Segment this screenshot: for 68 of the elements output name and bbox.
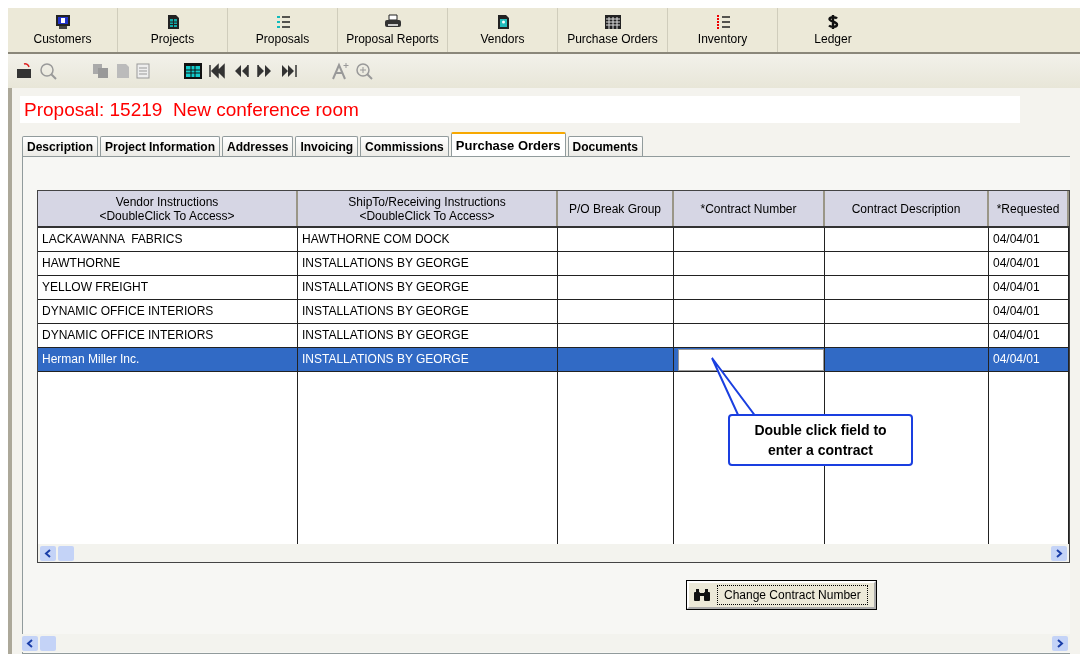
table-cell: INSTALLATIONS BY GEORGE [298, 276, 558, 299]
tab[interactable]: Commissions [360, 136, 449, 156]
table-icon[interactable] [183, 62, 203, 80]
binoculars-icon [693, 588, 711, 602]
table-cell: INSTALLATIONS BY GEORGE [298, 300, 558, 323]
table-cell: DYNAMIC OFFICE INTERIORS [38, 324, 298, 347]
tab[interactable]: Documents [567, 136, 643, 156]
table-row[interactable]: DYNAMIC OFFICE INTERIORS INSTALLATIONS BY GEORGE 04/04/01 [38, 300, 1069, 324]
table-row[interactable]: LACKAWANNA FABRICS HAWTHORNE COM DOCK 04/04/01 [38, 228, 1069, 252]
copy-icon[interactable] [91, 62, 111, 80]
font-size-icon[interactable] [331, 62, 351, 80]
column-header[interactable]: *Contract Number [674, 191, 825, 226]
proposal-title: Proposal: 15219 New conference room [20, 96, 1020, 123]
tab[interactable]: Addresses [222, 136, 294, 156]
scroll-thumb[interactable] [40, 635, 56, 651]
zoom-in-icon[interactable] [355, 62, 375, 80]
column-header[interactable]: ShipTo/Receiving Instructions <DoubleClick To Access> [298, 191, 558, 226]
last-record-icon[interactable] [279, 62, 299, 80]
column-header[interactable]: *Requested [989, 191, 1069, 226]
numbered-list-icon [714, 14, 731, 30]
page-icon[interactable] [115, 62, 131, 80]
change-contract-button[interactable]: Change Contract Number [687, 581, 876, 609]
table-row[interactable]: Herman Miller Inc. INSTALLATIONS BY GEORGE 04/04/01 [38, 348, 1069, 372]
nav-button[interactable]: Ledger [778, 8, 888, 52]
scroll-left-icon[interactable] [22, 635, 38, 651]
printer-icon [383, 14, 402, 30]
table-cell: 04/04/01 [989, 324, 1069, 347]
table-row[interactable]: HAWTHORNE INSTALLATIONS BY GEORGE 04/04/01 [38, 252, 1069, 276]
scroll-right-icon[interactable] [1052, 635, 1068, 651]
scroll-thumb[interactable] [58, 545, 74, 561]
scroll-left-icon[interactable] [40, 545, 56, 561]
table-cell: YELLOW FREIGHT [38, 276, 298, 299]
table-row[interactable]: YELLOW FREIGHT INSTALLATIONS BY GEORGE 04/04/01 [38, 276, 1069, 300]
tab[interactable]: Description [22, 136, 98, 156]
nav-button[interactable]: Proposal Reports [338, 8, 448, 52]
column-header[interactable]: P/O Break Group [558, 191, 674, 226]
table-cell: INSTALLATIONS BY GEORGE [298, 324, 558, 347]
column-header[interactable]: Contract Description [825, 191, 989, 226]
table-cell: 04/04/01 [989, 348, 1069, 371]
list-icon [274, 14, 291, 30]
table-cell: 04/04/01 [989, 276, 1069, 299]
first-record-icon[interactable] [207, 62, 227, 80]
table-cell: LACKAWANNA FABRICS [38, 228, 298, 251]
tab[interactable]: Project Information [100, 136, 221, 156]
table-cell: INSTALLATIONS BY GEORGE [298, 252, 558, 275]
nav-button[interactable]: Purchase Orders [558, 8, 668, 52]
column-header[interactable]: Vendor Instructions <DoubleClick To Access> [38, 191, 298, 226]
table-cell: Herman Miller Inc. [38, 348, 298, 371]
nav-button[interactable]: Proposals [228, 8, 338, 52]
table-cell: 04/04/01 [989, 300, 1069, 323]
tab[interactable]: Purchase Orders [450, 132, 566, 156]
table-cell: INSTALLATIONS BY GEORGE [298, 348, 558, 371]
tab[interactable]: Invoicing [295, 136, 359, 156]
table-icon [603, 14, 622, 30]
nav-button[interactable]: Customers [8, 8, 118, 52]
scroll-right-icon[interactable] [1051, 545, 1067, 561]
document-icon[interactable] [135, 62, 151, 80]
nav-button[interactable]: Inventory [668, 8, 778, 52]
table-cell: HAWTHORNE [38, 252, 298, 275]
table-cell: 04/04/01 [989, 228, 1069, 251]
monitor-icon [54, 14, 71, 30]
dollar-icon [826, 14, 840, 30]
contract-input-field[interactable] [678, 349, 824, 371]
nav-button[interactable]: Projects [118, 8, 228, 52]
nav-button[interactable]: Vendors [448, 8, 558, 52]
table-cell: DYNAMIC OFFICE INTERIORS [38, 300, 298, 323]
table-cell: HAWTHORNE COM DOCK [298, 228, 558, 251]
table-cell: 04/04/01 [989, 252, 1069, 275]
